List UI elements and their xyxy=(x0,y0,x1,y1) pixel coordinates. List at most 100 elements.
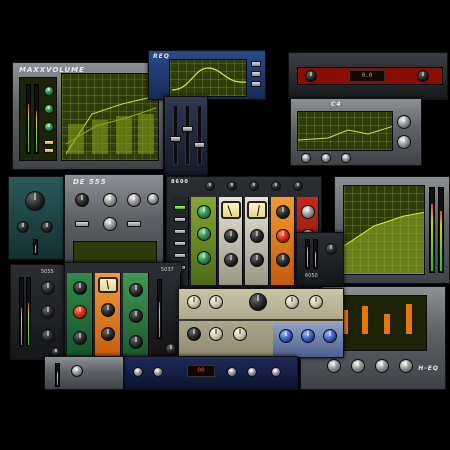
filter-button[interactable] xyxy=(174,229,186,234)
eq-knob[interactable] xyxy=(309,295,323,309)
eq-knob[interactable] xyxy=(209,295,223,309)
freq-knob[interactable] xyxy=(279,329,293,343)
channel-fader[interactable] xyxy=(170,105,181,165)
band-button[interactable] xyxy=(251,61,261,67)
threshold-knob[interactable] xyxy=(75,193,89,207)
gain-knob[interactable] xyxy=(41,329,55,343)
eq-knob[interactable] xyxy=(73,331,87,345)
in-button[interactable] xyxy=(174,205,186,210)
eq-knob[interactable] xyxy=(129,335,143,349)
eq-knob[interactable] xyxy=(285,295,299,309)
band-knob[interactable] xyxy=(301,153,311,163)
plugin-window-ssl-g-master[interactable]: 6050 xyxy=(296,232,344,286)
output-knob[interactable] xyxy=(325,243,337,255)
gain-knob[interactable] xyxy=(44,104,54,114)
input-knob[interactable] xyxy=(249,181,259,191)
sidechain-knob[interactable] xyxy=(103,217,117,231)
eq-knob[interactable] xyxy=(249,293,267,311)
plugin-window-bottom-rack[interactable]: 00 xyxy=(122,356,298,390)
input-knob[interactable] xyxy=(205,181,215,191)
freq-knob[interactable] xyxy=(351,359,365,373)
plugin-window-mv2[interactable]: MAXXVOLUME xyxy=(12,62,164,170)
gain-knob[interactable] xyxy=(41,305,55,319)
freq-knob[interactable] xyxy=(209,327,223,341)
channel-fader[interactable] xyxy=(194,105,205,165)
eq-knob[interactable] xyxy=(73,281,87,295)
freq-knob[interactable] xyxy=(399,359,413,373)
plugin-window-api-550[interactable]: 5055 xyxy=(10,264,68,360)
rack-knob[interactable] xyxy=(133,367,143,377)
plugin-window-vintage-eq[interactable] xyxy=(178,288,344,358)
output-knob[interactable] xyxy=(165,343,177,355)
gain-knob[interactable] xyxy=(250,229,264,243)
output-knob[interactable] xyxy=(71,365,83,377)
input-knob[interactable] xyxy=(227,181,237,191)
eq-knob[interactable] xyxy=(101,327,115,341)
gain-knob[interactable] xyxy=(250,253,264,267)
plugin-window-renaissance-eq[interactable]: REQ xyxy=(148,50,266,100)
plugin-window-h-delay[interactable] xyxy=(164,96,208,176)
filter-button[interactable] xyxy=(174,217,186,222)
range-knob[interactable] xyxy=(17,221,29,233)
output-knob[interactable] xyxy=(417,70,429,82)
range-knob[interactable] xyxy=(41,221,53,233)
sensitivity-knob[interactable] xyxy=(25,191,45,211)
eq-knob[interactable] xyxy=(276,253,290,267)
eq-knob[interactable] xyxy=(129,283,143,297)
freq-knob[interactable] xyxy=(375,359,389,373)
plugin-window-ns1[interactable] xyxy=(334,176,450,284)
threshold-knob[interactable] xyxy=(397,135,411,149)
eq-knob[interactable] xyxy=(129,309,143,323)
output-knob[interactable] xyxy=(305,70,317,82)
eq-knob[interactable] xyxy=(276,205,290,219)
plugin-window-lower-left[interactable] xyxy=(44,356,124,390)
mode-button[interactable] xyxy=(127,221,141,227)
eq-knob[interactable] xyxy=(73,305,87,319)
gain-knob[interactable] xyxy=(224,253,238,267)
rack-knob[interactable] xyxy=(227,367,237,377)
eq-knob[interactable] xyxy=(197,251,211,265)
analyzer-curve xyxy=(344,211,424,274)
filter-button[interactable] xyxy=(174,241,186,246)
plugin-title: H-EQ xyxy=(418,365,439,372)
rack-knob[interactable] xyxy=(271,367,281,377)
threshold-knob[interactable] xyxy=(397,115,411,129)
band-button[interactable] xyxy=(251,81,261,87)
gain-knob[interactable] xyxy=(224,229,238,243)
plugin-window-api-bus[interactable]: 0.0 xyxy=(288,52,448,100)
freq-knob[interactable] xyxy=(103,193,117,207)
plugin-window-deesser[interactable]: DE 555 xyxy=(64,174,164,270)
eq-knob[interactable] xyxy=(276,229,290,243)
mode-button[interactable] xyxy=(75,221,89,227)
freq-knob[interactable] xyxy=(327,359,341,373)
gain-knob[interactable] xyxy=(44,122,54,132)
rack-knob[interactable] xyxy=(247,367,257,377)
band-knob[interactable] xyxy=(341,153,351,163)
band-button[interactable] xyxy=(251,71,261,77)
mode-button[interactable] xyxy=(44,140,54,145)
eq-knob[interactable] xyxy=(101,303,115,317)
rack-knob[interactable] xyxy=(153,367,163,377)
range-knob[interactable] xyxy=(127,193,141,207)
eq-knob[interactable] xyxy=(187,295,201,309)
plugin-window-vocal-rider[interactable] xyxy=(8,176,64,260)
freq-knob[interactable] xyxy=(323,329,337,343)
freq-knob[interactable] xyxy=(187,327,201,341)
output-knob[interactable] xyxy=(147,193,159,205)
freq-knob[interactable] xyxy=(233,327,247,341)
eq-knob[interactable] xyxy=(197,205,211,219)
filter-button[interactable] xyxy=(174,253,186,258)
eq-knob[interactable] xyxy=(197,227,211,241)
band-knob[interactable] xyxy=(321,153,331,163)
eq-module-dark xyxy=(151,273,181,361)
input-knob[interactable] xyxy=(271,181,281,191)
input-knob[interactable] xyxy=(293,181,303,191)
gain-knob[interactable] xyxy=(44,86,54,96)
eq-knob[interactable] xyxy=(301,205,315,219)
gain-knob[interactable] xyxy=(41,281,55,295)
mode-button[interactable] xyxy=(44,148,54,153)
channel-fader[interactable] xyxy=(182,105,193,165)
plugin-window-c4[interactable]: C4 xyxy=(290,98,422,166)
freq-knob[interactable] xyxy=(301,329,315,343)
plugin-window-neve[interactable]: 5037 xyxy=(64,262,182,362)
